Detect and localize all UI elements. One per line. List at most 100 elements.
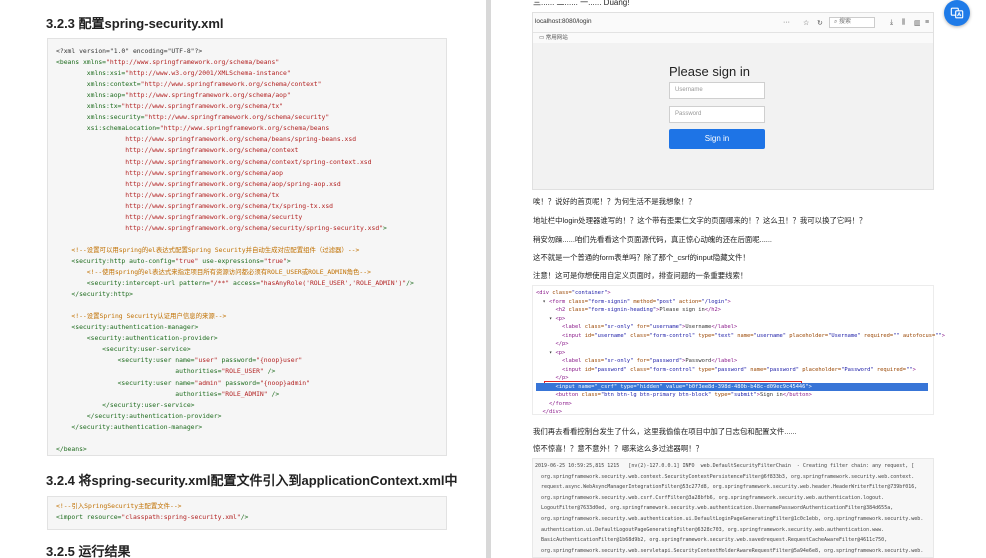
- code-token: >: [941, 332, 946, 339]
- browser-search-box: ⌕ 搜索: [829, 17, 875, 28]
- code-token: "http://www.springframework.org/schema/b…: [159, 124, 330, 133]
- paragraph: 注意！这可是你想使用自定义页面时，排查问题的一条重要线索！: [533, 271, 748, 280]
- code-token: >: [383, 223, 387, 232]
- address-url: localhost:8080/login: [535, 18, 592, 25]
- code-line: xmlns:context="http://www.springframewor…: [56, 80, 322, 89]
- code-token: "ROLE_USER": [221, 367, 268, 376]
- code-token: </security:authentication-provider>: [86, 411, 222, 420]
- code-token: "sr-only": [604, 358, 637, 364]
- code-token: resource=: [86, 513, 122, 521]
- code-token: "form-control": [649, 366, 699, 373]
- code-token: <p>: [555, 315, 566, 322]
- code-token: use-expressions=: [202, 256, 264, 265]
- code-token: http://www.springframework.org/schema/be…: [56, 135, 357, 144]
- code-token: "true": [263, 256, 287, 265]
- code-token: ▾: [536, 349, 556, 356]
- code-token: >: [808, 383, 812, 390]
- code-token: "post": [656, 298, 679, 305]
- code-token: </button>: [782, 392, 812, 398]
- code-token: <div: [536, 290, 553, 296]
- folder-icon: ▭: [539, 35, 546, 41]
- code-token: </security:user-service>: [102, 400, 195, 409]
- code-token: />: [240, 513, 249, 521]
- code-line: <!--使用spring的el表达式来指定项目所有资源访问都必须有ROLE_US…: [56, 268, 371, 277]
- html-source-block: <div class="container"> ▾ <form class="f…: [532, 285, 945, 416]
- paragraph: 地址栏中login处理器谁写的！？这个带有歪果仁文字的页面哪来的！？这么丑！？我…: [533, 216, 867, 225]
- code-line: </div>: [536, 408, 562, 416]
- section-heading-324: 3.2.4 将spring-security.xml配置文件引入到applica…: [46, 473, 458, 488]
- code-token: http://www.springframework.org/schema/tx…: [56, 201, 334, 210]
- log-line: authentication.ui.DefaultLogoutPageGener…: [535, 526, 885, 533]
- code-token: xsi:schemaLocation=: [86, 124, 160, 133]
- code-token: </label>: [711, 358, 738, 364]
- code-token: "form-control": [649, 332, 699, 339]
- code-line: <!--设置Spring Security认证用户信息的来源-->: [56, 312, 226, 321]
- code-token: >: [607, 290, 611, 296]
- code-token: method=: [633, 298, 657, 305]
- log-line: org.springframework.security.web.csrf.Cs…: [535, 494, 885, 501]
- code-token: password=: [221, 356, 257, 365]
- code-token: "_csrf": [594, 383, 621, 390]
- code-token: placeholder=: [802, 366, 842, 373]
- code-line: http://www.springframework.org/schema/tx: [56, 191, 279, 200]
- code-token: "ROLE_ADMIN": [221, 389, 272, 398]
- code-token: Sign in: [759, 392, 783, 398]
- code-token: xmlns:context=: [86, 80, 141, 89]
- log-line: org.springframework.security.web.authent…: [535, 516, 924, 522]
- code-token: <input: [555, 383, 579, 390]
- translate-button[interactable]: [944, 0, 970, 26]
- code-token: type=: [714, 392, 731, 398]
- code-token: </security:authentication-manager>: [71, 422, 203, 431]
- username-field: Username: [669, 82, 765, 99]
- code-token: pattern=: [179, 279, 210, 288]
- code-line: xmlns:xsi="http://www.w3.org/2001/XMLSch…: [56, 69, 291, 78]
- code-line: http://www.springframework.org/schema/tx…: [56, 202, 333, 211]
- code-token: "sr-only": [604, 324, 637, 330]
- code-token: "{noop}admin": [259, 378, 310, 387]
- code-line: authorities="ROLE_ADMIN" />: [56, 390, 279, 399]
- left-document-page: 3.2.3 配置spring-security.xml <?xml versio…: [0, 0, 486, 558]
- log-line: org.springframework.security.web.servlet…: [535, 547, 924, 554]
- code-token: value=: [665, 383, 686, 390]
- code-line: http://www.springframework.org/schema/se…: [56, 224, 387, 233]
- code-token: http://www.springframework.org/schema/se…: [56, 223, 384, 232]
- code-token: class=: [630, 332, 650, 339]
- code-line: ▾ <form class="form-signin" method="post…: [536, 298, 730, 306]
- code-token: name=: [175, 356, 195, 365]
- code-token: "classpath:spring-security.xml": [121, 513, 241, 521]
- code-token: http://www.springframework.org/schema/co…: [56, 157, 372, 166]
- import-code-block: <!--引入SpringSecurity主配置文件--> <import reso…: [47, 496, 447, 530]
- code-line: </security:user-service>: [56, 400, 195, 410]
- code-token: <!--设置可以用spring的el表达式配置Spring Security并自…: [71, 245, 360, 254]
- code-line: http://www.springframework.org/schema/be…: [56, 135, 356, 144]
- code-token: type=: [698, 332, 715, 339]
- log-line: request.async.WebAsyncManagerIntegration…: [535, 484, 918, 491]
- code-token: for=: [636, 324, 650, 330]
- code-token: http://www.springframework.org/schema/se…: [56, 212, 303, 221]
- code-line: </p>: [536, 374, 568, 382]
- code-token: "admin": [194, 378, 226, 387]
- code-token: "user": [194, 356, 222, 365]
- code-token: Password: [685, 358, 712, 364]
- code-token: ▾: [536, 298, 549, 305]
- code-token: <button: [555, 392, 582, 398]
- code-token: name=: [737, 332, 754, 339]
- code-line: http://www.springframework.org/schema/ao…: [56, 180, 340, 189]
- code-line: </security:http>: [56, 290, 133, 299]
- code-line: http://www.springframework.org/schema/ao…: [56, 169, 283, 178]
